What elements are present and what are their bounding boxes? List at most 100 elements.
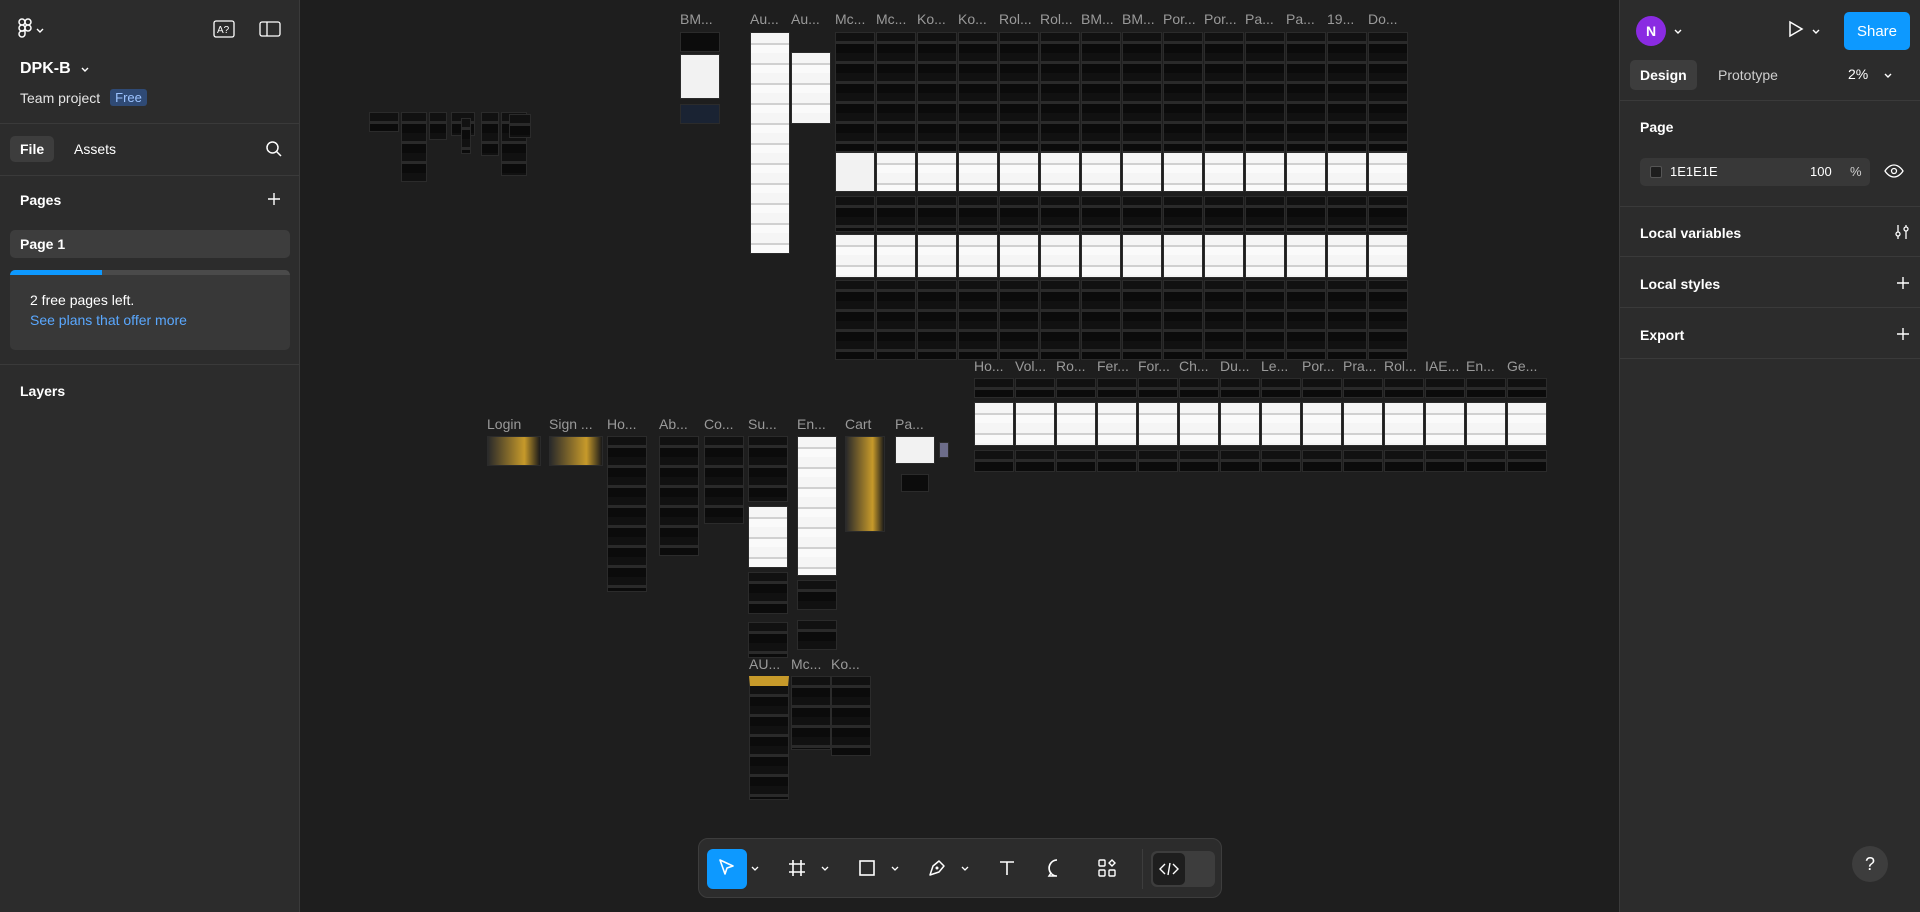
frame-thumbnail[interactable] bbox=[835, 196, 875, 232]
frame-label[interactable]: Sign ... bbox=[549, 416, 593, 432]
frame-thumbnail[interactable] bbox=[1163, 32, 1203, 152]
tab-assets[interactable]: Assets bbox=[64, 136, 126, 162]
frame-thumbnail[interactable] bbox=[1040, 32, 1080, 152]
frame-label[interactable]: For... bbox=[1138, 358, 1170, 374]
frame-thumbnail[interactable] bbox=[1163, 196, 1203, 232]
frame-thumbnail[interactable] bbox=[1163, 152, 1203, 192]
share-button[interactable]: Share bbox=[1844, 12, 1910, 50]
frame-thumbnail[interactable] bbox=[999, 32, 1039, 152]
frame-label[interactable]: En... bbox=[797, 416, 826, 432]
frame-label[interactable]: Ab... bbox=[659, 416, 688, 432]
frame-label[interactable]: Login bbox=[487, 416, 521, 432]
text-tool-button[interactable] bbox=[987, 849, 1027, 889]
shape-tool-options[interactable] bbox=[889, 861, 901, 877]
tab-prototype[interactable]: Prototype bbox=[1708, 60, 1788, 90]
frame-thumbnail[interactable] bbox=[748, 506, 788, 568]
frame-thumbnail[interactable] bbox=[917, 234, 957, 278]
frame-label[interactable]: BM... bbox=[1081, 11, 1114, 27]
present-options-button[interactable] bbox=[1808, 16, 1824, 44]
frame-label[interactable]: Ko... bbox=[831, 656, 860, 672]
frame-thumbnail[interactable] bbox=[1040, 152, 1080, 192]
frame-thumbnail[interactable] bbox=[1343, 450, 1383, 472]
rectangle-tool-button[interactable] bbox=[847, 849, 887, 889]
plus-icon[interactable] bbox=[1896, 276, 1910, 293]
frame-thumbnail[interactable] bbox=[835, 280, 875, 360]
variables-icon[interactable] bbox=[1894, 224, 1910, 243]
frame-thumbnail[interactable] bbox=[1507, 402, 1547, 446]
frame-label[interactable]: Mc... bbox=[791, 656, 821, 672]
file-name-dropdown[interactable]: DPK-B bbox=[20, 60, 89, 78]
frame-thumbnail[interactable] bbox=[797, 436, 837, 576]
frame-label[interactable]: Du... bbox=[1220, 358, 1250, 374]
frame-thumbnail[interactable] bbox=[1179, 378, 1219, 398]
frame-label[interactable]: BM... bbox=[1122, 11, 1155, 27]
frame-thumbnail[interactable] bbox=[1040, 234, 1080, 278]
frame-thumbnail[interactable] bbox=[1097, 450, 1137, 472]
frame-thumbnail[interactable] bbox=[680, 104, 720, 124]
frame-thumbnail[interactable] bbox=[958, 280, 998, 360]
frame-thumbnail[interactable] bbox=[1097, 402, 1137, 446]
pen-tool-options[interactable] bbox=[959, 861, 971, 877]
frame-thumbnail[interactable] bbox=[1245, 152, 1285, 192]
frame-thumbnail[interactable] bbox=[1507, 450, 1547, 472]
frame-thumbnail[interactable] bbox=[1056, 378, 1096, 398]
actions-tool-button[interactable] bbox=[1087, 849, 1127, 889]
frame-label[interactable]: Mc... bbox=[876, 11, 906, 27]
frame-label[interactable]: Ko... bbox=[958, 11, 987, 27]
frame-label[interactable]: Do... bbox=[1368, 11, 1398, 27]
frame-thumbnail[interactable] bbox=[1466, 402, 1506, 446]
frame-thumbnail[interactable] bbox=[1056, 402, 1096, 446]
frame-thumbnail[interactable] bbox=[509, 114, 531, 138]
toggle-sidebar-button[interactable] bbox=[256, 16, 284, 44]
frame-thumbnail[interactable] bbox=[1286, 234, 1326, 278]
frame-thumbnail[interactable] bbox=[1122, 280, 1162, 360]
frame-thumbnail[interactable] bbox=[1384, 450, 1424, 472]
frame-thumbnail[interactable] bbox=[1368, 234, 1408, 278]
frame-thumbnail[interactable] bbox=[958, 234, 998, 278]
frame-thumbnail[interactable] bbox=[1138, 450, 1178, 472]
frame-thumbnail[interactable] bbox=[999, 234, 1039, 278]
team-name[interactable]: Team project bbox=[20, 90, 100, 106]
frame-label[interactable]: Pa... bbox=[895, 416, 924, 432]
page-color-hex[interactable]: 1E1E1E bbox=[1670, 164, 1718, 179]
frame-thumbnail[interactable] bbox=[1425, 450, 1465, 472]
color-swatch[interactable] bbox=[1650, 166, 1662, 178]
frame-thumbnail[interactable] bbox=[481, 112, 499, 156]
frame-thumbnail[interactable] bbox=[1466, 378, 1506, 398]
frame-thumbnail[interactable] bbox=[1081, 32, 1121, 152]
frame-thumbnail[interactable] bbox=[876, 152, 916, 192]
frame-thumbnail[interactable] bbox=[1327, 152, 1367, 192]
frame-thumbnail[interactable] bbox=[876, 234, 916, 278]
frame-thumbnail[interactable] bbox=[1343, 378, 1383, 398]
frame-thumbnail[interactable] bbox=[835, 152, 875, 192]
frame-thumbnail[interactable] bbox=[999, 196, 1039, 232]
frame-thumbnail[interactable] bbox=[1261, 402, 1301, 446]
frame-thumbnail[interactable] bbox=[429, 112, 447, 140]
frame-thumbnail[interactable] bbox=[1507, 378, 1547, 398]
frame-label[interactable]: Por... bbox=[1163, 11, 1196, 27]
move-tool-options[interactable] bbox=[749, 861, 761, 877]
frame-thumbnail[interactable] bbox=[1097, 378, 1137, 398]
frame-thumbnail-home[interactable] bbox=[607, 436, 647, 592]
frame-thumbnail[interactable] bbox=[1327, 32, 1367, 152]
frame-thumbnail[interactable] bbox=[917, 196, 957, 232]
frame-thumbnail[interactable] bbox=[1204, 196, 1244, 232]
frame-thumbnail[interactable] bbox=[835, 234, 875, 278]
frame-thumbnail[interactable] bbox=[958, 196, 998, 232]
frame-thumbnail[interactable] bbox=[1245, 234, 1285, 278]
frame-thumbnail[interactable] bbox=[750, 32, 790, 254]
frame-thumbnail[interactable] bbox=[1081, 196, 1121, 232]
avatar[interactable]: N bbox=[1636, 16, 1666, 46]
frame-thumbnail[interactable] bbox=[1245, 196, 1285, 232]
frame-thumbnail[interactable] bbox=[958, 32, 998, 152]
frame-label[interactable]: Pa... bbox=[1286, 11, 1315, 27]
frame-thumbnail[interactable] bbox=[1425, 378, 1465, 398]
frame-thumbnail[interactable] bbox=[1204, 280, 1244, 360]
frame-thumbnail[interactable] bbox=[1040, 196, 1080, 232]
frame-thumbnail[interactable] bbox=[895, 436, 935, 464]
tab-file[interactable]: File bbox=[10, 136, 55, 162]
frame-thumbnail[interactable] bbox=[1245, 32, 1285, 152]
frame-thumbnail[interactable] bbox=[1204, 234, 1244, 278]
frame-thumbnail[interactable] bbox=[1302, 378, 1342, 398]
multiplayer-menu-button[interactable] bbox=[1670, 16, 1686, 44]
